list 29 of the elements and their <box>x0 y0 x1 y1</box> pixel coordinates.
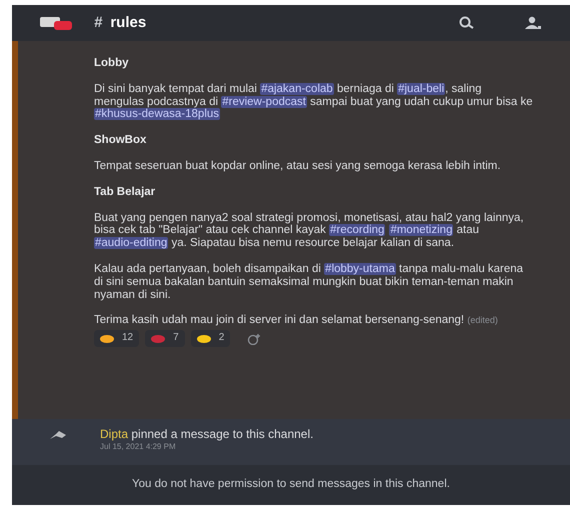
channel-title: rules <box>110 12 146 33</box>
message-paragraph: Tempat seseruan buat kopdar online, atau sesi yang semoga kerasa lebih intim. <box>94 160 502 173</box>
edited-label: (edited) <box>467 315 498 326</box>
timestamp: Jul 15, 2021 4:29 PM <box>100 441 177 453</box>
channel-mention[interactable]: #monetizing <box>389 224 454 236</box>
channel-mention[interactable]: #lobby-utama <box>324 262 396 275</box>
channel-mention[interactable]: #recording <box>329 224 386 236</box>
add-reaction-icon[interactable] <box>246 332 262 345</box>
section-heading: Tab Belajar <box>94 186 156 199</box>
channel-hash: # <box>94 12 102 33</box>
pin-notice-text: Dipta pinned a message to this channel. <box>100 427 314 441</box>
reaction-chip[interactable]: 12 <box>94 330 140 348</box>
channel-mention[interactable]: #ajakan-colab <box>260 82 334 95</box>
section-heading: Lobby <box>94 57 130 70</box>
server-icon[interactable] <box>40 15 74 31</box>
search-icon[interactable] <box>458 16 476 30</box>
channel-mention[interactable]: #review-podcast <box>221 96 307 108</box>
message-paragraph: Terima kasih udah mau join di server ini dan selamat bersenang-senang! (edited) <box>94 314 499 328</box>
section-heading: ShowBox <box>94 134 148 147</box>
members-icon[interactable] <box>524 16 542 30</box>
permission-notice: You do not have permission to send messages in this channel. <box>132 477 450 492</box>
message-paragraph: Buat yang pengen nanya2 soal strategi promosi, monetisasi, atau hal2 yang lainnya, bisa cek tab "Belajar" atau cek channel kayak #recording #monetizing atau #audio-editing ya. Siapatau bisa nemu resource belajar kalian di sana. <box>94 212 525 250</box>
channel-mention[interactable]: #jual-beli <box>397 82 446 95</box>
reaction-chip[interactable]: 2 <box>190 330 230 348</box>
channel-mention[interactable]: #khusus-dewasa-18plus <box>94 108 220 120</box>
reaction-chip[interactable]: 7 <box>145 330 185 348</box>
message-paragraph: Kalau ada pertanyaan, boleh disampaikan di #lobby-utama tanpa malu-malu karena di sini semua bakalan bantuin semaksimal mungkin buat bikin teman-teman makin nyaman di sini. <box>94 262 524 302</box>
channel-mention[interactable]: #audio-editing <box>94 237 168 250</box>
message-paragraph: Di sini banyak tempat dari mulai #ajakan-colab berniaga di #jual-beli, saling mengulas podcastnya di #review-podcast sampai buat yang udah cukup umur bisa ke #khusus-dewasa-18plus <box>94 82 534 122</box>
